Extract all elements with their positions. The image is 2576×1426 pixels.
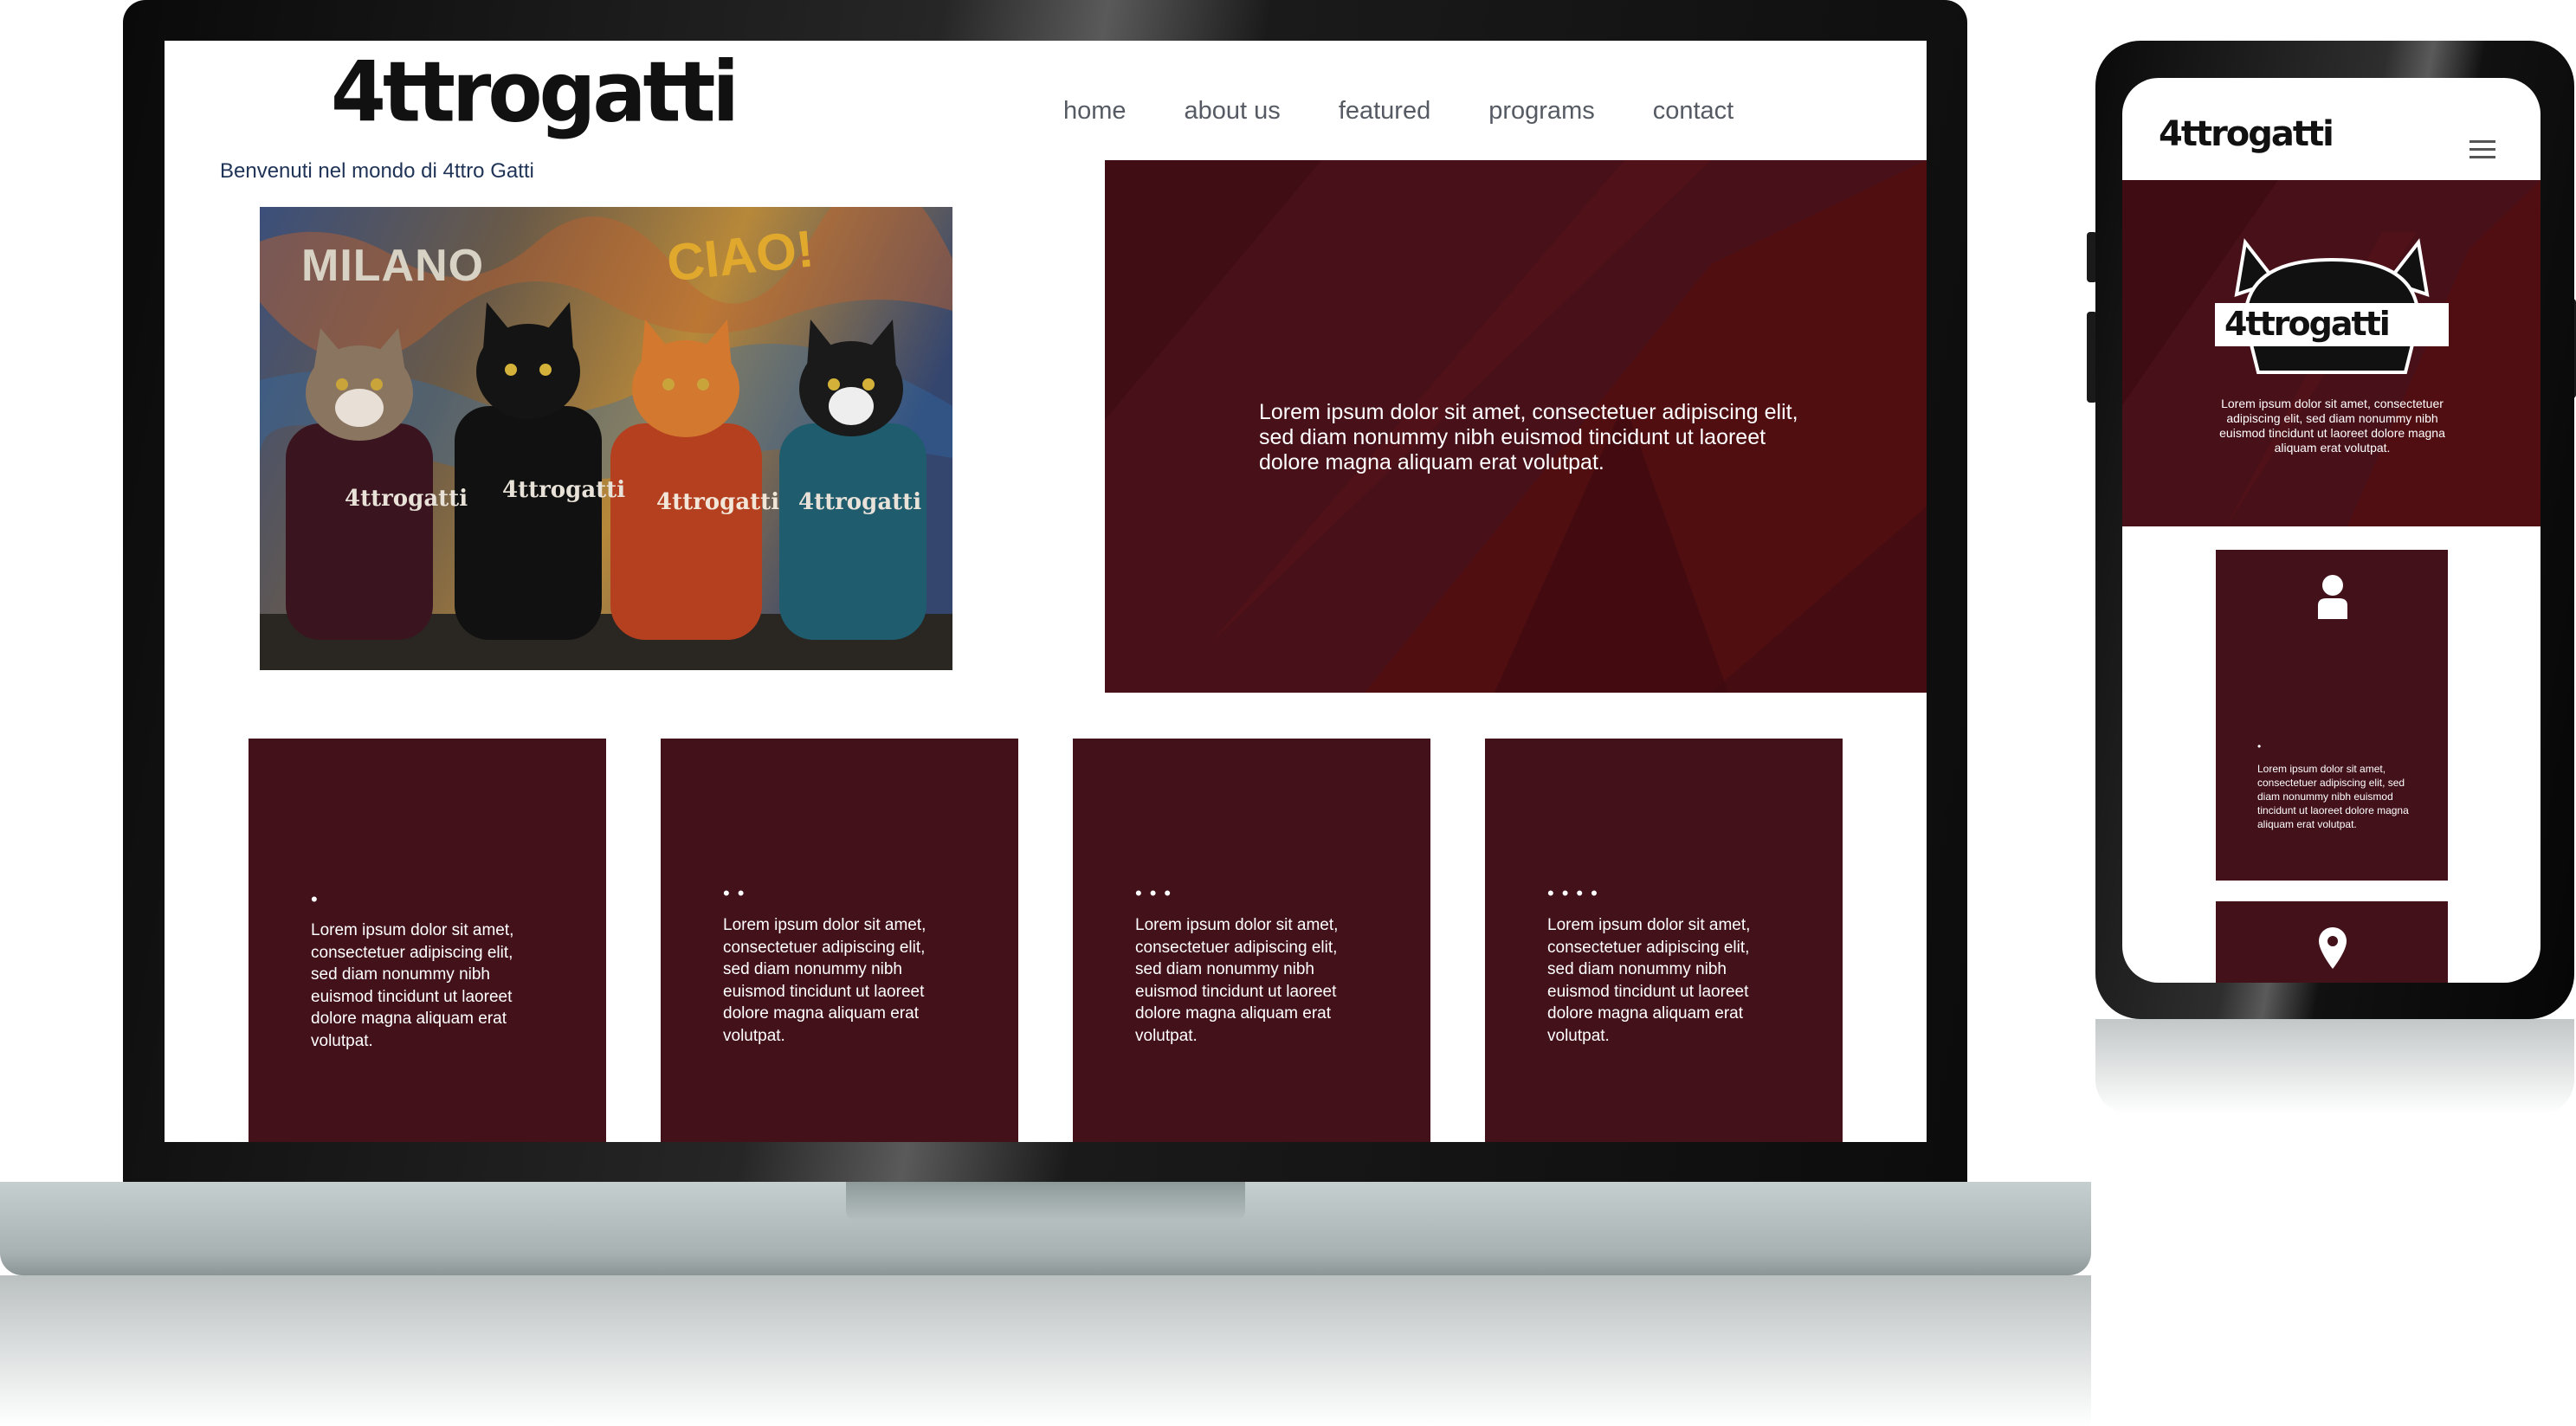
hero-paragraph: Lorem ipsum dolor sit amet, consectetuer… xyxy=(1259,400,1798,474)
nav-about-us[interactable]: about us xyxy=(1185,97,1281,132)
mobile-logo[interactable]: 4ttrogatti xyxy=(2159,114,2334,154)
card-dots: • xyxy=(311,888,326,910)
user-icon xyxy=(2318,575,2347,619)
mobile-card-1: • Lorem ipsum dolor sit amet, consectetu… xyxy=(2216,550,2448,881)
mobile-hero-logo: 4ttrogatti xyxy=(2224,305,2391,343)
card-text: Lorem ipsum dolor sit amet, consectetuer… xyxy=(1547,916,1751,1045)
hoodie-label: 4ttrogatti xyxy=(502,477,626,503)
laptop-reflection xyxy=(0,1275,2091,1426)
mobile-website: 4ttrogatti 4ttrogatti Lorem ipsum dolor … xyxy=(2122,78,2540,983)
graffiti-milano: MILANO xyxy=(301,241,485,291)
nav-contact[interactable]: contact xyxy=(1653,97,1734,132)
nav-home[interactable]: home xyxy=(1063,97,1127,132)
card-dots: •• xyxy=(723,882,752,904)
phone-reflection xyxy=(2095,1019,2574,1114)
feature-card-2: •• Lorem ipsum dolor sit amet, consectet… xyxy=(661,739,1018,1142)
desktop-website: 4ttrogatti home about us featured progra… xyxy=(165,41,1927,1142)
feature-card-1: • Lorem ipsum dolor sit amet, consectetu… xyxy=(249,739,606,1142)
mobile-card-text: Lorem ipsum dolor sit amet, consectetuer… xyxy=(2257,763,2409,830)
hoodie-label: 4ttrogatti xyxy=(798,489,922,515)
nav-featured[interactable]: featured xyxy=(1339,97,1430,132)
nav-programs[interactable]: programs xyxy=(1488,97,1595,132)
map-pin-icon xyxy=(2319,927,2347,969)
main-nav: home about us featured programs contact xyxy=(1063,97,1792,132)
laptop-notch xyxy=(846,1182,1245,1221)
hamburger-menu-icon[interactable] xyxy=(2469,140,2495,164)
card-dots: •••• xyxy=(1547,882,1605,904)
feature-card-3: ••• Lorem ipsum dolor sit amet, consecte… xyxy=(1073,739,1430,1142)
hero-cats-image: MILANO CIAO! 4ttrogatti 4ttrogatti 4ttro… xyxy=(260,207,952,670)
mobile-card-2 xyxy=(2216,901,2448,983)
mobile-hero: 4ttrogatti Lorem ipsum dolor sit amet, c… xyxy=(2122,180,2540,526)
site-logo[interactable]: 4ttrogatti xyxy=(331,43,739,140)
welcome-tagline: Benvenuti nel mondo di 4ttro Gatti xyxy=(220,159,534,183)
hoodie-label: 4ttrogatti xyxy=(345,486,468,512)
card-text: Lorem ipsum dolor sit amet, consectetuer… xyxy=(311,921,514,1050)
card-dots: ••• xyxy=(1135,882,1179,904)
mobile-card-dots: • xyxy=(2257,740,2262,752)
hero-text-panel: Lorem ipsum dolor sit amet, consectetuer… xyxy=(1105,160,1927,693)
mobile-hero-text: Lorem ipsum dolor sit amet, consectetuer… xyxy=(2219,397,2445,455)
card-text: Lorem ipsum dolor sit amet, consectetuer… xyxy=(723,916,926,1045)
hoodie-label: 4ttrogatti xyxy=(656,489,780,515)
card-text: Lorem ipsum dolor sit amet, consectetuer… xyxy=(1135,916,1339,1045)
feature-card-4: •••• Lorem ipsum dolor sit amet, consect… xyxy=(1485,739,1843,1142)
